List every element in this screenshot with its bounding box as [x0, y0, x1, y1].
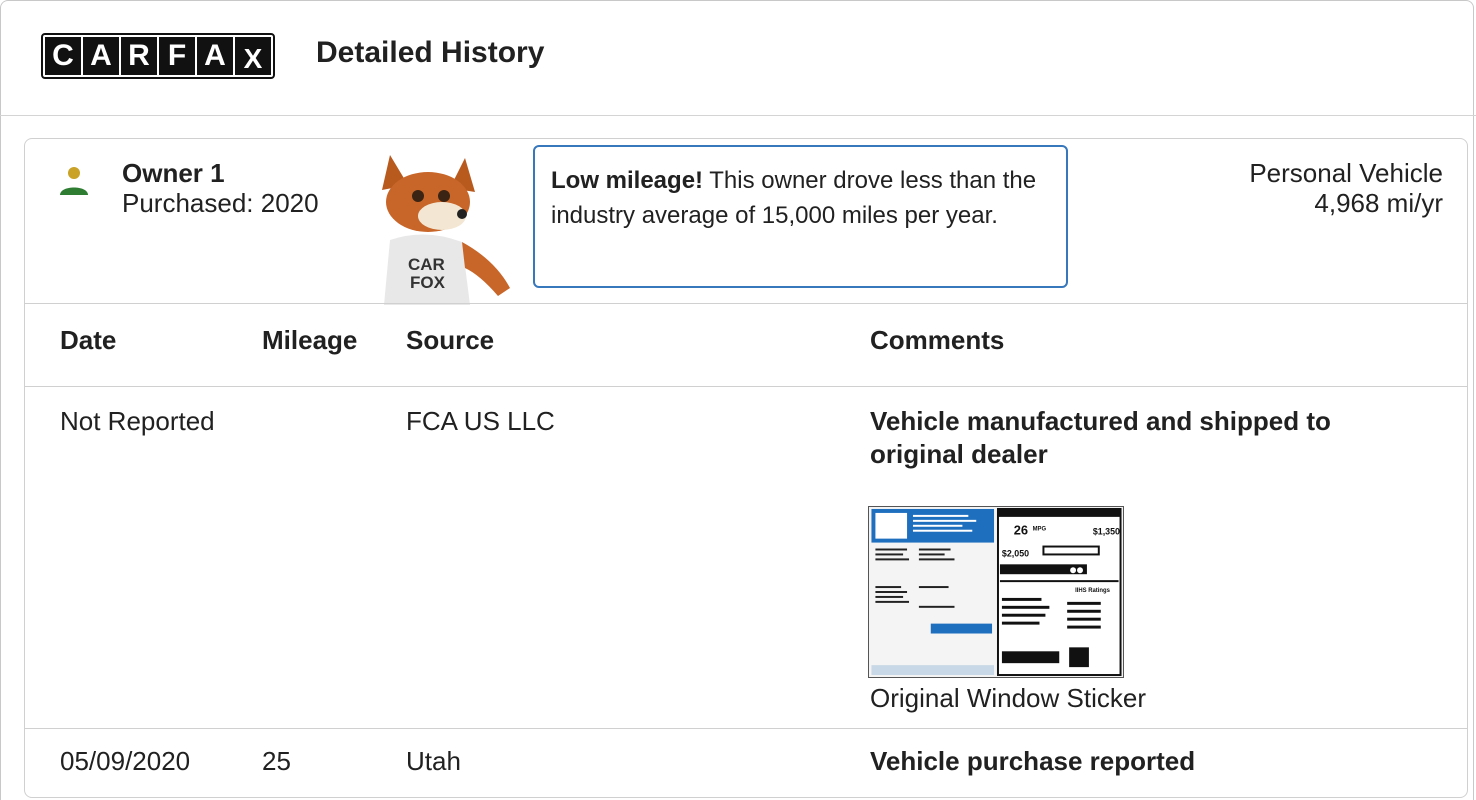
sticker-ratings: IIHS Ratings — [1075, 588, 1111, 594]
owner-mileage-per-year: 4,968 mi/yr — [1314, 188, 1443, 218]
cell-date: Not Reported — [60, 406, 215, 436]
sticker-cost: $2,050 — [1002, 548, 1029, 558]
cell-source: FCA US LLC — [406, 406, 555, 436]
column-header-source: Source — [406, 325, 495, 355]
window-sticker-link[interactable]: Original Window Sticker — [870, 683, 1146, 714]
cell-mileage: 25 — [262, 746, 291, 776]
page-title: Detailed History — [316, 36, 545, 69]
cell-comment: Vehicle manufactured and shipped to orig… — [870, 406, 1331, 469]
sticker-mpg: 26 — [1014, 523, 1028, 538]
cell-source: Utah — [406, 746, 461, 776]
logo-letter: C — [45, 37, 81, 75]
carfax-logo: C A R F A X — [41, 33, 275, 79]
cell-date: 05/09/2020 — [60, 746, 191, 776]
logo-letter: A — [197, 37, 233, 75]
person-icon — [60, 167, 88, 195]
owner-name: Owner 1 — [122, 158, 225, 188]
row-divider — [24, 728, 1468, 729]
table-top-divider — [24, 303, 1468, 304]
column-header-date: Date — [60, 325, 117, 355]
mascot-shirt-text: FOX — [410, 273, 446, 292]
logo-letter: R — [121, 37, 157, 75]
row-divider — [24, 386, 1468, 387]
low-mileage-callout: Low mileage! This owner drove less than … — [533, 145, 1068, 288]
callout-heading: Low mileage! — [551, 167, 704, 194]
logo-letter: A — [83, 37, 119, 75]
carfox-mascot-image: CAR FOX — [382, 155, 510, 305]
vehicle-use-type: Personal Vehicle — [1249, 158, 1443, 188]
window-sticker-thumbnail[interactable]: 26 MPG $1,350 $2,050 IIHS Ratings — [868, 506, 1124, 678]
owner-purchase-year: Purchased: 2020 — [122, 188, 319, 218]
cell-comment: Vehicle purchase reported — [870, 746, 1196, 776]
report-header: C A R F A X Detailed History — [0, 0, 1476, 116]
mascot-shirt-text: CAR — [408, 255, 445, 274]
logo-letter: F — [159, 37, 195, 75]
logo-letter: X — [235, 37, 271, 75]
sticker-mpg-unit: MPG — [1033, 527, 1047, 533]
column-header-mileage: Mileage — [262, 325, 358, 355]
sticker-save: $1,350 — [1093, 527, 1120, 537]
column-header-comments: Comments — [870, 325, 1005, 355]
